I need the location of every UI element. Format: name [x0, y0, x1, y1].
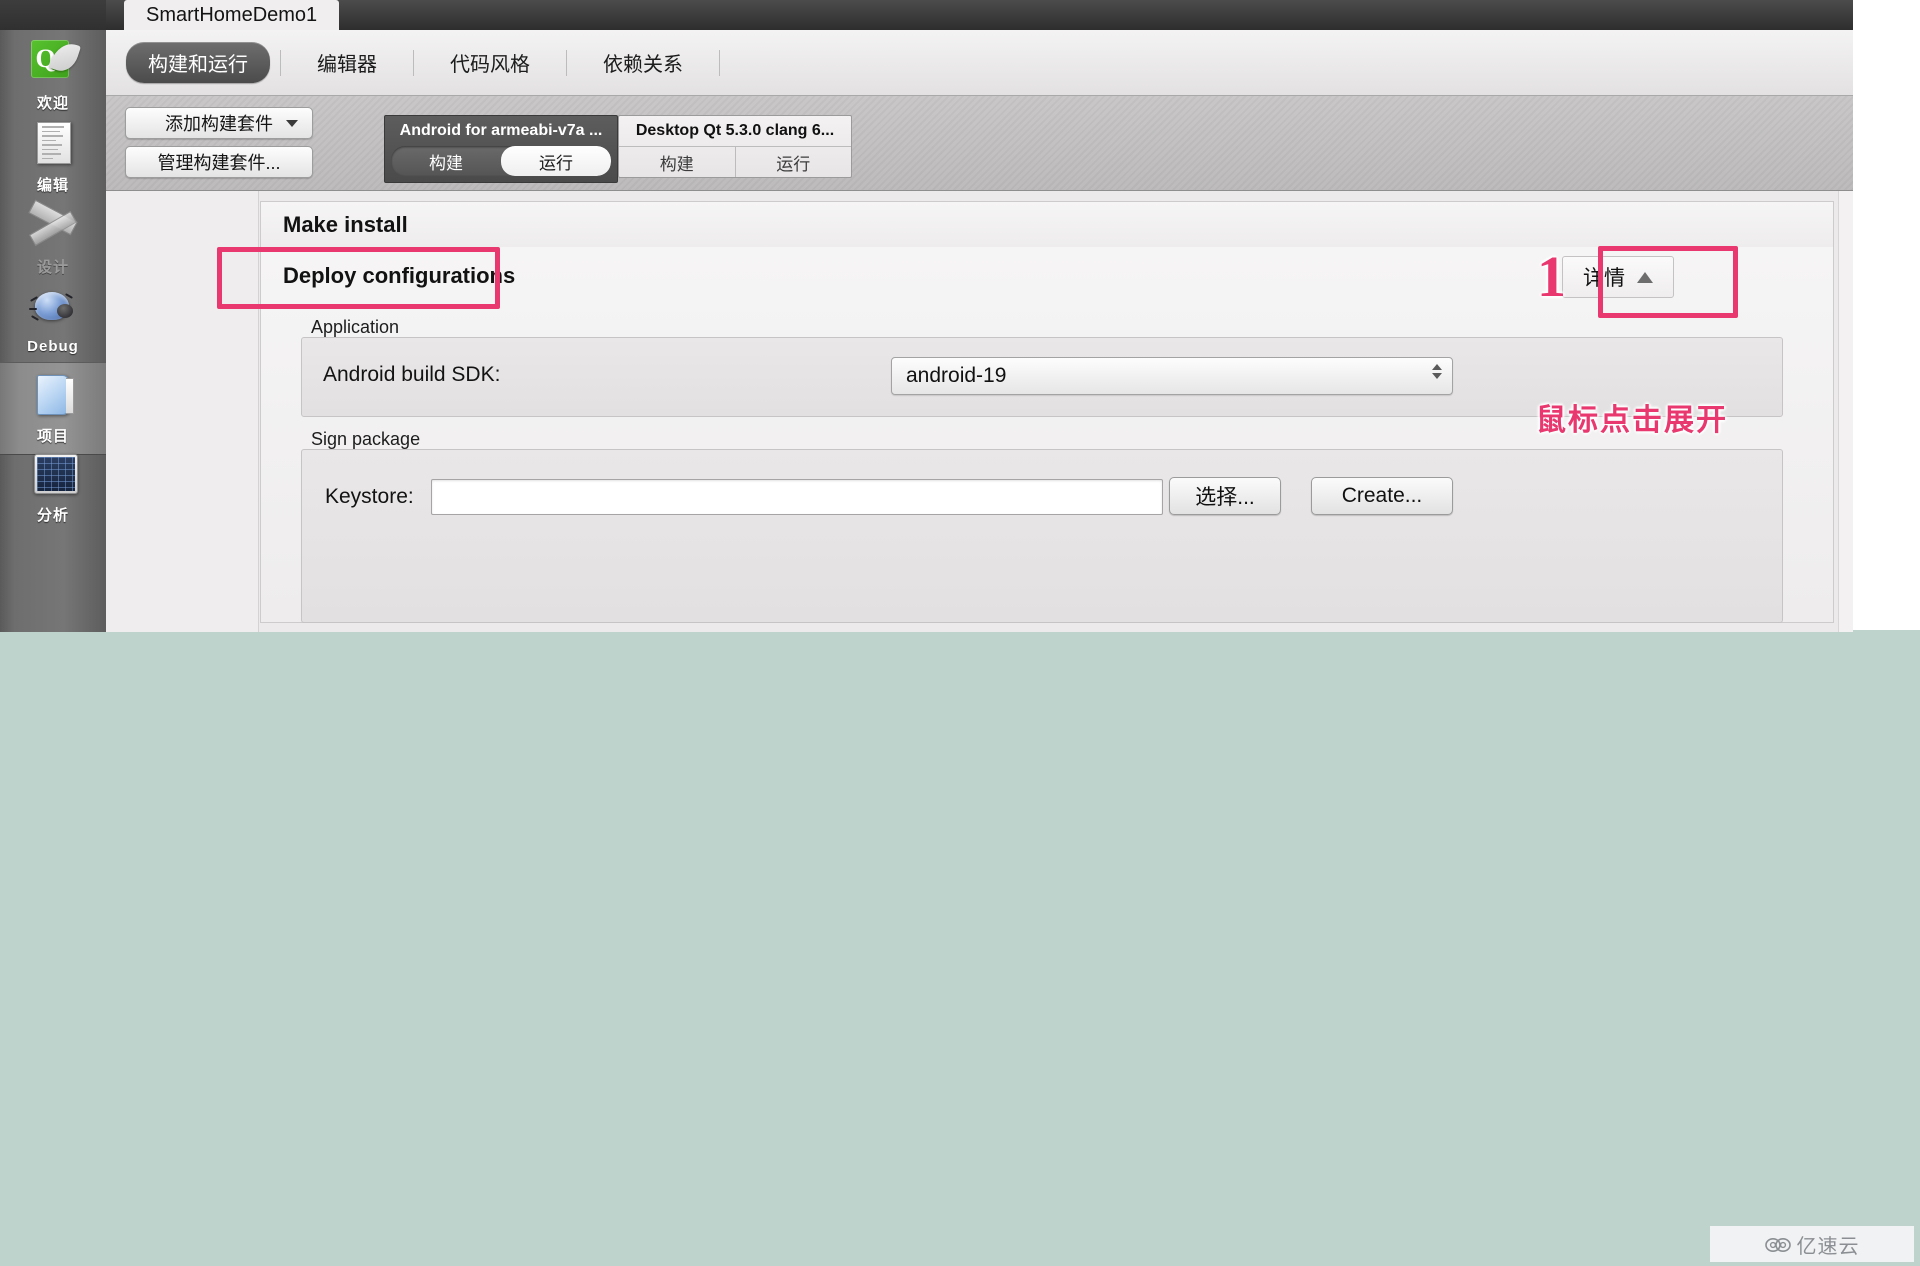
watermark-text: 亿速云 — [1796, 1235, 1860, 1258]
sign-package-group-label: Sign package — [311, 429, 421, 449]
tab-editor[interactable]: 编辑器 — [291, 42, 403, 83]
sidebar-top-strip — [0, 0, 106, 30]
project-settings-categorybar: 构建和运行 编辑器 代码风格 依赖关系 — [106, 30, 1853, 96]
kit-selector-band: 添加构建套件 管理构建套件... Android for armeabi-v7a… — [106, 96, 1853, 191]
sidebar-label-welcome: 欢迎 — [36, 95, 69, 112]
sidebar-item-edit[interactable]: 编辑 — [0, 118, 106, 195]
sidebar-item-analyze[interactable]: 分析 — [0, 448, 106, 525]
category-separator-3 — [566, 49, 567, 76]
kit-tab-list: Android for armeabi-v7a ... 构建 运行 Deskto… — [384, 115, 852, 183]
sidebar-label-design: 设计 — [36, 259, 69, 276]
project-tab-label: SmartHomeDemo1 — [146, 3, 318, 26]
keystore-choose-button[interactable]: 选择... — [1169, 477, 1281, 515]
android-build-sdk-combobox[interactable]: android-19 — [891, 357, 1453, 395]
tab-build-and-run-label: 构建和运行 — [148, 54, 248, 76]
add-kit-button-label: 添加构建套件 — [165, 114, 273, 134]
manage-kits-button-label: 管理构建套件... — [157, 153, 281, 173]
add-kit-button[interactable]: 添加构建套件 — [125, 107, 313, 139]
page-background-area: 亿速云 — [0, 630, 1920, 1266]
bug-icon — [25, 282, 81, 334]
kit-desktop-segments: 构建 运行 — [619, 146, 851, 177]
sidebar-label-edit: 编辑 — [36, 177, 69, 194]
sidebar-label-debug: Debug — [27, 338, 79, 355]
kit-tab-desktop-title: Desktop Qt 5.3.0 clang 6... — [635, 122, 835, 139]
tab-editor-label: 编辑器 — [317, 54, 377, 76]
pane-left-margin — [106, 191, 259, 632]
keystore-create-button[interactable]: Create... — [1311, 477, 1453, 515]
kit-tab-desktop[interactable]: Desktop Qt 5.3.0 clang 6... 构建 运行 — [618, 115, 852, 178]
qt-logo-icon: Qt — [25, 36, 82, 88]
kit-tab-android-title: Android for armeabi-v7a ... — [399, 122, 603, 139]
sidebar-item-projects[interactable]: 项目 — [0, 362, 106, 455]
site-watermark: 亿速云 — [1710, 1226, 1914, 1262]
tab-build-and-run[interactable]: 构建和运行 — [126, 42, 270, 83]
keystore-choose-label: 选择... — [1195, 486, 1255, 509]
qt-creator-window: Qt 欢迎 编辑 设计 Debug 项目 分析 SmartHomeDemo1 构… — [0, 0, 1853, 632]
make-install-title: Make install — [283, 212, 408, 237]
folder-icon — [25, 369, 81, 421]
document-icon — [25, 118, 81, 170]
manage-kits-button[interactable]: 管理构建套件... — [125, 146, 313, 178]
sidebar-label-analyze: 分析 — [36, 507, 69, 524]
keystore-label: Keystore: — [325, 485, 414, 508]
details-button-label: 详情 — [1583, 267, 1625, 290]
application-group-label: Application — [311, 317, 400, 337]
annotation-step-number: 1 — [1537, 244, 1566, 309]
pane-scrollbar[interactable] — [1838, 191, 1853, 632]
tab-code-style-label: 代码风格 — [450, 54, 530, 76]
keystore-input[interactable] — [431, 479, 1163, 515]
project-tab[interactable]: SmartHomeDemo1 — [124, 0, 340, 30]
window-titlebar: SmartHomeDemo1 — [106, 0, 1853, 30]
category-separator-2 — [413, 49, 414, 76]
tab-code-style[interactable]: 代码风格 — [424, 42, 556, 83]
spinner-arrows-icon[interactable] — [1432, 364, 1442, 379]
deploy-configurations-title: Deploy configurations — [283, 263, 516, 288]
chart-icon — [25, 448, 81, 500]
kit-android-build-button[interactable]: 构建 — [391, 146, 501, 176]
kit-buttons-group: 添加构建套件 管理构建套件... — [125, 107, 313, 178]
cloud-icon — [1764, 1235, 1791, 1253]
android-build-sdk-label: Android build SDK: — [323, 363, 501, 386]
annotation-hint-text: 鼠标点击展开 — [1536, 404, 1728, 437]
kit-desktop-build-button[interactable]: 构建 — [619, 147, 735, 177]
chevron-down-icon — [286, 120, 298, 127]
sidebar-item-welcome[interactable]: Qt 欢迎 — [0, 36, 106, 113]
kit-desktop-run-button[interactable]: 运行 — [734, 147, 852, 177]
mode-selector-sidebar: Qt 欢迎 编辑 设计 Debug 项目 分析 — [0, 0, 107, 632]
kit-android-segments: 构建 运行 — [391, 146, 611, 176]
sidebar-item-design[interactable]: 设计 — [0, 199, 106, 277]
sidebar-label-projects: 项目 — [36, 428, 69, 445]
kit-tab-android[interactable]: Android for armeabi-v7a ... 构建 运行 — [384, 115, 618, 183]
screenshot-root: 亿速云 Qt 欢迎 编辑 设计 Debug 项目 分析 SmartHomeDem… — [0, 0, 1920, 1266]
kit-android-run-button[interactable]: 运行 — [501, 146, 611, 176]
sidebar-item-debug[interactable]: Debug — [0, 282, 106, 355]
category-separator-1 — [280, 49, 281, 76]
chevron-up-icon — [1637, 271, 1653, 283]
details-toggle-button[interactable]: 详情 — [1562, 256, 1674, 298]
ruler-pen-icon — [25, 199, 81, 252]
category-separator-4 — [719, 49, 720, 76]
keystore-create-label: Create... — [1341, 484, 1423, 507]
sign-package-group-box — [301, 449, 1783, 623]
tab-dependencies[interactable]: 依赖关系 — [577, 42, 709, 83]
android-build-sdk-value: android-19 — [906, 364, 1007, 387]
tab-dependencies-label: 依赖关系 — [603, 54, 683, 76]
category-list: 构建和运行 编辑器 代码风格 依赖关系 — [126, 42, 730, 83]
make-install-card: Make install — [260, 201, 1834, 249]
